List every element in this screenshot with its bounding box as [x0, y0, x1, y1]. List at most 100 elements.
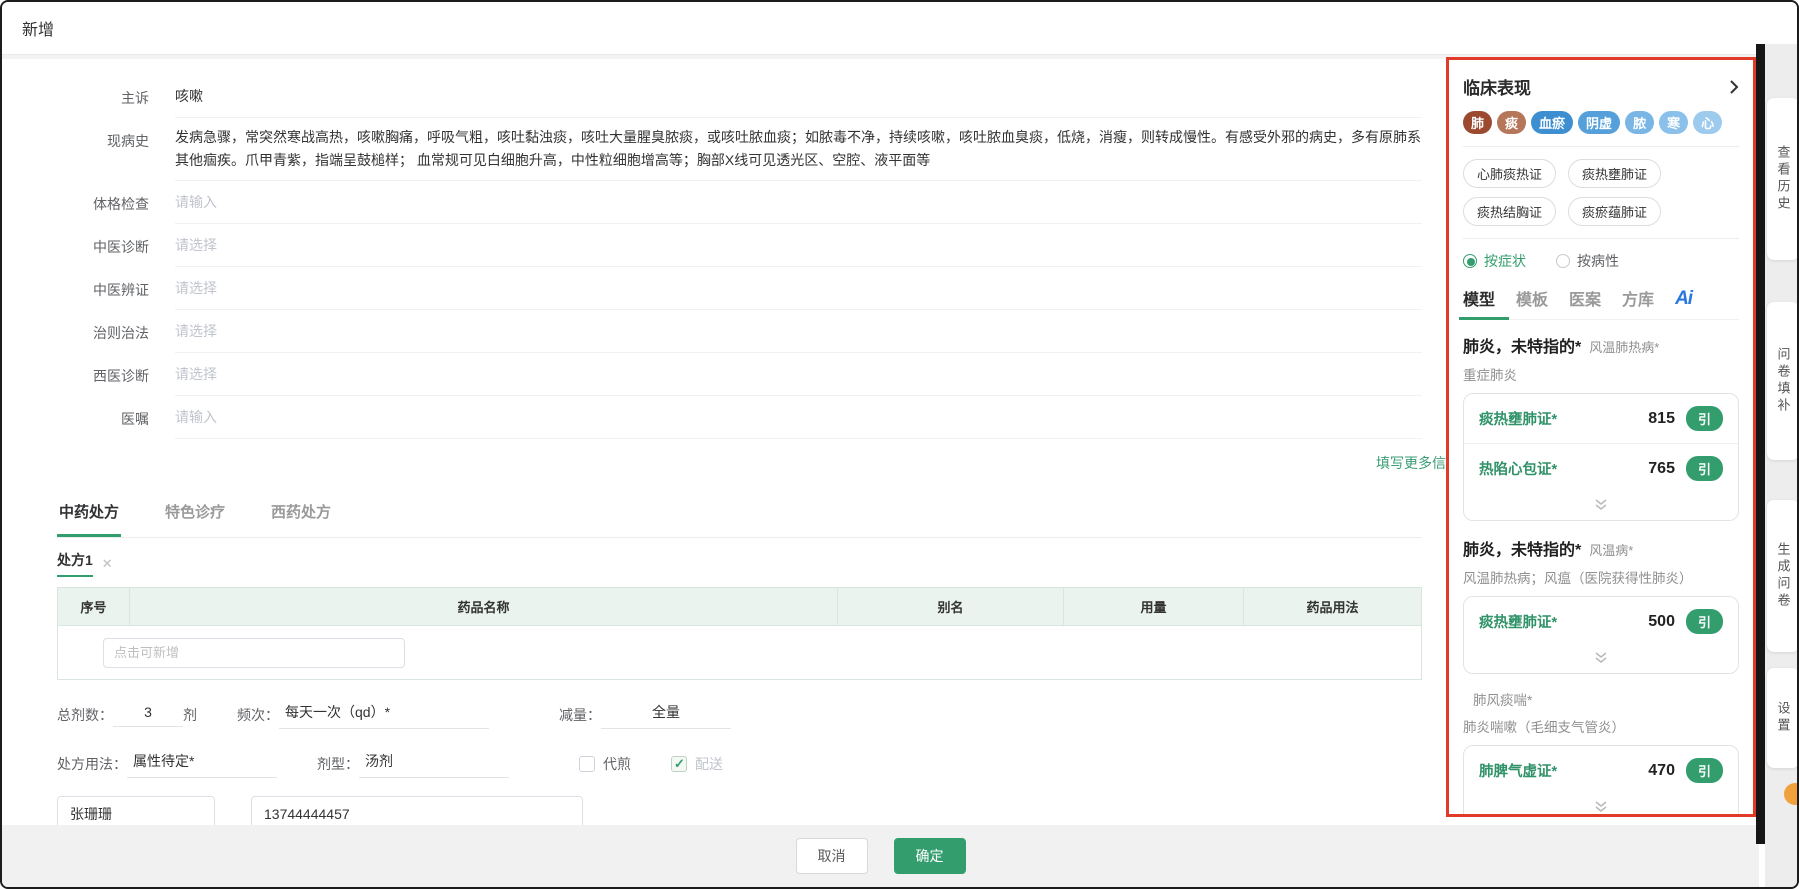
add-drug-input[interactable] — [103, 638, 405, 668]
modal-footer: 取消 确定 — [2, 825, 1759, 887]
panel-title: 临床表现 — [1463, 74, 1531, 99]
dose-unit-label: 剂 — [183, 705, 197, 725]
reduction-select[interactable]: 全量 — [601, 700, 731, 729]
decoct-checkbox[interactable] — [579, 756, 595, 772]
physical-exam-input[interactable]: 请输入 — [175, 181, 1422, 224]
side-tab-view-history[interactable]: 查看历史 — [1767, 98, 1799, 260]
drug-add-row — [58, 626, 1422, 680]
total-doses-input[interactable]: 3 — [113, 702, 183, 727]
radio-label: 按病性 — [1577, 251, 1619, 271]
tab-prescription-1[interactable]: 处方1 — [57, 550, 93, 577]
syndrome-score: 470 — [1648, 762, 1675, 780]
total-doses-label: 总剂数： — [57, 705, 113, 725]
tab-western-prescription[interactable]: 西药处方 — [269, 493, 333, 537]
field-label: 治则治法 — [57, 310, 149, 353]
cite-button[interactable]: 引 — [1686, 406, 1723, 431]
tab-template[interactable]: 模板 — [1516, 286, 1548, 310]
modal-header: 新增 — [2, 2, 1797, 54]
field-placeholder: 请选择 — [175, 321, 217, 341]
tag-yin-deficiency[interactable]: 阴虚 — [1578, 111, 1620, 134]
syndrome-pill[interactable]: 痰瘀蕴肺证 — [1568, 197, 1661, 226]
ai-logo-icon[interactable]: Ai — [1675, 288, 1692, 310]
disease-group: 肺炎，未特指的* 风温肺热病* 重症肺炎 痰热壅肺证* 815 引 热陷心包证*… — [1463, 333, 1739, 521]
field-label: 医嘱 — [57, 396, 149, 439]
syndrome-pill[interactable]: 心肺痰热证 — [1463, 159, 1556, 188]
patient-phone-input[interactable] — [251, 796, 583, 825]
usage-select[interactable]: 属性待定* — [127, 749, 277, 778]
side-tab-questionnaire-fill[interactable]: 问卷填补 — [1767, 302, 1799, 460]
field-value: 咳嗽 — [175, 86, 203, 106]
expand-more-button[interactable] — [1464, 795, 1738, 817]
field-western-diagnosis: 西医诊断 请选择 — [57, 353, 1422, 396]
cancel-button[interactable]: 取消 — [796, 838, 868, 874]
side-tab-settings[interactable]: 设置 — [1767, 668, 1799, 768]
radio-by-nature[interactable]: 按病性 — [1556, 251, 1619, 271]
radio-by-symptom[interactable]: 按症状 — [1463, 251, 1526, 271]
cite-button[interactable]: 引 — [1686, 609, 1723, 634]
doctor-advice-input[interactable]: 请输入 — [175, 396, 1422, 439]
syndrome-pill[interactable]: 痰热结胸证 — [1463, 197, 1556, 226]
expand-more-button[interactable] — [1464, 646, 1738, 673]
disease-subtitle: 风温病* — [1589, 540, 1633, 559]
drug-table-header-row: 序号 药品名称 别名 用量 药品用法 — [58, 588, 1422, 626]
frequency-select[interactable]: 每天一次（qd）* — [279, 700, 489, 729]
syndrome-name[interactable]: 热陷心包证* — [1479, 458, 1648, 479]
syndrome-name[interactable]: 肺脾气虚证* — [1479, 760, 1648, 781]
syndrome-pill[interactable]: 痰热壅肺证 — [1568, 159, 1661, 188]
field-doctor-advice: 医嘱 请输入 — [57, 396, 1422, 439]
patient-name-input[interactable] — [57, 796, 215, 825]
tag-heart[interactable]: 心 — [1693, 111, 1722, 134]
radio-unselected-icon — [1556, 254, 1570, 268]
chevron-right-icon[interactable] — [1729, 79, 1739, 95]
floating-action-button[interactable] — [1784, 783, 1799, 805]
syndrome-score: 500 — [1648, 613, 1675, 631]
field-tcm-diagnosis: 中医诊断 请选择 — [57, 224, 1422, 267]
treatment-principle-select[interactable]: 请选择 — [175, 310, 1422, 353]
field-physical-exam: 体格检查 请输入 — [57, 181, 1422, 224]
syndrome-item: 热陷心包证* 765 引 — [1464, 443, 1738, 493]
tcm-syndrome-select[interactable]: 请选择 — [175, 267, 1422, 310]
field-treatment-principle: 治则治法 请选择 — [57, 310, 1422, 353]
confirm-button[interactable]: 确定 — [894, 838, 966, 874]
page-title: 新增 — [22, 16, 54, 40]
group-heading: 肺炎，未特指的* 风温病* — [1463, 536, 1739, 560]
field-label: 现病史 — [57, 118, 149, 181]
syndrome-item: 肺脾气虚证* 470 引 — [1464, 746, 1738, 795]
tab-case[interactable]: 医案 — [1569, 286, 1601, 310]
cite-button[interactable]: 引 — [1686, 758, 1723, 783]
panel-header: 临床表现 — [1463, 74, 1739, 99]
side-tab-generate-questionnaire[interactable]: 生成问卷 — [1767, 500, 1799, 652]
radio-selected-icon — [1463, 254, 1477, 268]
tag-blood-stasis[interactable]: 血瘀 — [1531, 111, 1573, 134]
field-chief-complaint: 主诉 咳嗽 — [57, 75, 1422, 118]
close-icon[interactable] — [102, 556, 113, 572]
tag-cold[interactable]: 寒 — [1659, 111, 1688, 134]
tag-phlegm[interactable]: 痰 — [1497, 111, 1526, 134]
syndrome-item: 痰热壅肺证* 815 引 — [1464, 394, 1738, 443]
disease-title: 肺炎，未特指的* — [1463, 536, 1581, 560]
tab-formula-library[interactable]: 方库 — [1622, 286, 1654, 310]
tcm-diagnosis-select[interactable]: 请选择 — [175, 224, 1422, 267]
field-placeholder: 请输入 — [175, 192, 217, 212]
tag-lung[interactable]: 肺 — [1463, 111, 1492, 134]
tab-model[interactable]: 模型 — [1463, 286, 1495, 310]
expand-more-button[interactable] — [1464, 493, 1738, 520]
delivery-checkbox[interactable] — [671, 756, 687, 772]
syndrome-card: 肺脾气虚证* 470 引 — [1463, 745, 1739, 817]
syndrome-name[interactable]: 痰热壅肺证* — [1479, 408, 1648, 429]
disease-subtitle: 风温肺热病* — [1589, 337, 1659, 356]
tab-cn-prescription[interactable]: 中药处方 — [57, 493, 121, 537]
chief-complaint-input[interactable]: 咳嗽 — [175, 75, 1422, 118]
syndrome-pill-row: 心肺痰热证 痰热壅肺证 痰热结胸证 痰瘀蕴肺证 — [1463, 159, 1739, 226]
dosage-form-select[interactable]: 汤剂 — [359, 749, 509, 778]
syndrome-name[interactable]: 痰热壅肺证* — [1479, 611, 1648, 632]
divider — [1463, 146, 1739, 147]
tag-pus[interactable]: 脓 — [1625, 111, 1654, 134]
syndrome-score: 815 — [1648, 410, 1675, 428]
element-tag-row: 肺 痰 血瘀 阴虚 脓 寒 心 — [1463, 111, 1739, 134]
syndrome-score: 765 — [1648, 460, 1675, 478]
present-illness-input[interactable]: 发病急骤，常突然寒战高热，咳嗽胸痛，呼吸气粗，咳吐黏浊痰，咳吐大量腥臭脓痰，或咳… — [175, 118, 1422, 181]
tab-special-therapy[interactable]: 特色诊疗 — [163, 493, 227, 537]
western-diagnosis-select[interactable]: 请选择 — [175, 353, 1422, 396]
cite-button[interactable]: 引 — [1686, 456, 1723, 481]
